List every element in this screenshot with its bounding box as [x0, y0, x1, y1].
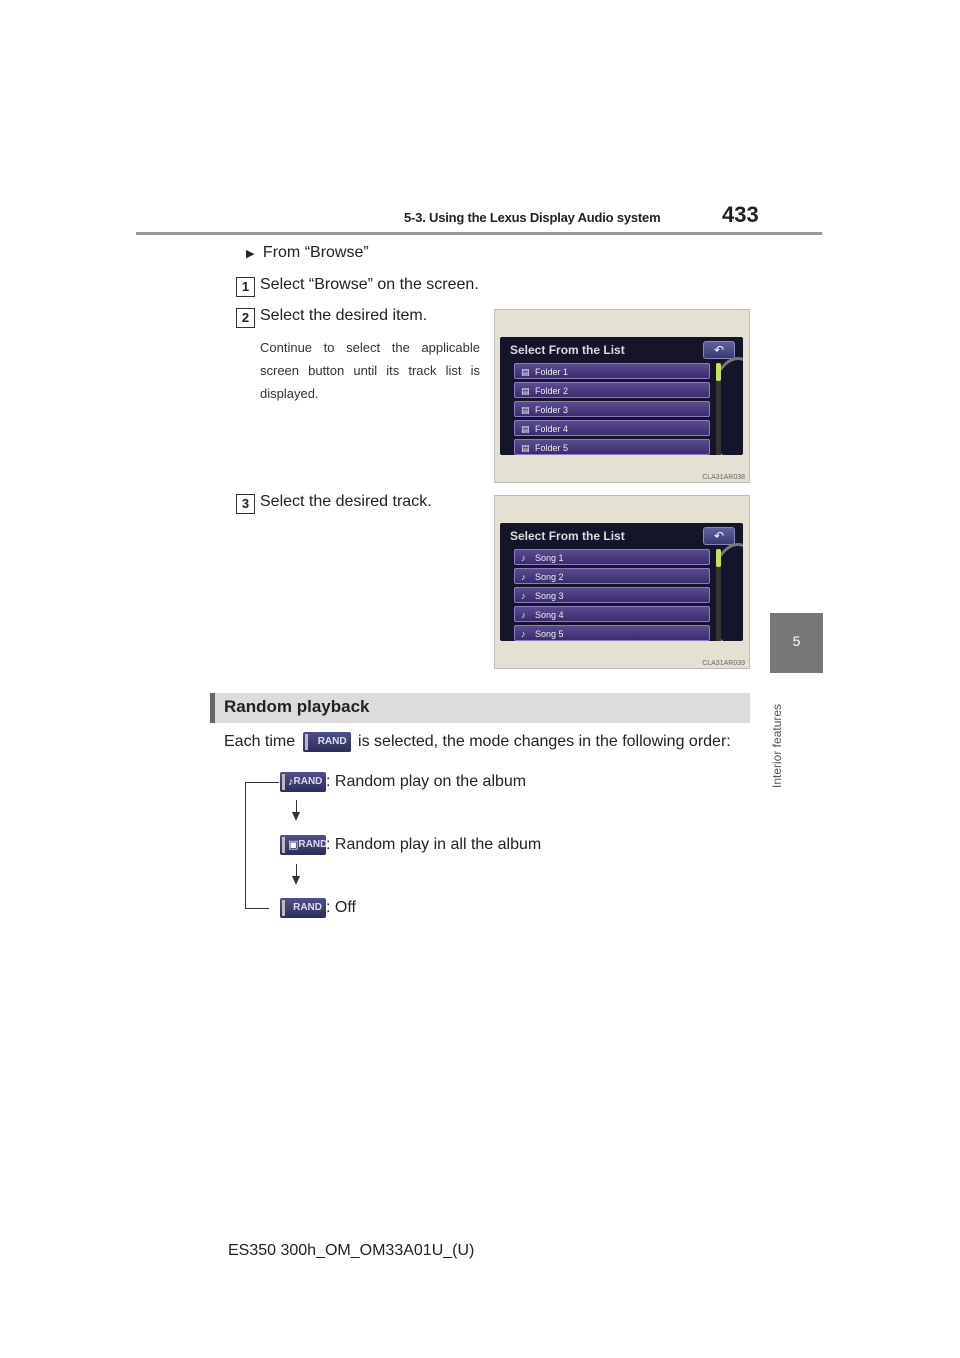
browse-heading: ▶ From “Browse” — [246, 244, 369, 262]
down-arrow-icon — [292, 876, 300, 885]
mode-text: : Random play on the album — [326, 773, 527, 791]
footer-code: ES350 300h_OM_OM33A01U_(U) — [228, 1242, 475, 1259]
browse-heading-text: From “Browse” — [262, 244, 369, 261]
list-item: ♪ Song 5 — [514, 625, 710, 641]
folder-icon: ▤ — [521, 386, 530, 396]
note-icon: ♪ — [521, 591, 526, 601]
loop-line-bottom — [245, 908, 269, 909]
rand-off-icon: RAND — [280, 898, 326, 918]
mode-text: : Random play in all the album — [326, 836, 542, 854]
step-number-1: 1 — [236, 277, 255, 297]
step-number-3: 3 — [236, 494, 255, 514]
note-icon: ♪ — [521, 610, 526, 620]
note-icon: ♪ — [521, 572, 526, 582]
note-icon: ♪ — [521, 629, 526, 639]
mode-item-all-albums: ▣ RAND: Random play in all the album — [280, 835, 541, 855]
rand-button-icon: RAND — [302, 732, 351, 752]
list-item: ▤ Folder 3 — [514, 401, 710, 417]
random-intro-before: Each time — [224, 733, 296, 751]
step-1-text: Select “Browse” on the screen. — [260, 276, 479, 293]
header-rule — [136, 232, 822, 235]
triangle-bullet-icon: ▶ — [246, 248, 255, 260]
section-heading-text: Random playback — [224, 697, 370, 716]
page-number: 433 — [722, 202, 759, 227]
chapter-tab-label: Interior features — [770, 703, 784, 788]
folder-icon: ▤ — [521, 405, 530, 415]
list-item: ▤ Folder 2 — [514, 382, 710, 398]
screen-title: Select From the List — [510, 529, 625, 543]
dial-arc — [708, 357, 743, 455]
mode-item-off: RAND: Off — [280, 898, 356, 918]
loop-line-vertical — [245, 782, 246, 908]
list-item: ▤ Folder 5 — [514, 439, 710, 455]
chapter-tab: 5 — [770, 613, 823, 673]
step-2-text: Select the desired item. — [260, 307, 428, 324]
scroll-bar — [716, 549, 721, 641]
screen-title: Select From the List — [510, 343, 625, 357]
list-item: ♪ Song 1 — [514, 549, 710, 565]
list-item: ▤ Folder 4 — [514, 420, 710, 436]
rand-album-icon: ♪ RAND — [280, 772, 326, 792]
mode-item-album: ♪ RAND: Random play on the album — [280, 772, 526, 792]
scroll-bar — [716, 363, 721, 455]
note-icon: ♪ — [521, 553, 526, 563]
list-item: ▤ Folder 1 — [514, 363, 710, 379]
screenshot-folder-list: Select From the List ↶ ▤ Folder 1 ▤ Folder… — [494, 309, 750, 483]
section-heading-random-playback: Random playback — [210, 693, 750, 723]
step-3-text: Select the desired track. — [260, 493, 432, 510]
display-screen: Select From the List ↶ ♪ Song 1 ♪ Song 2 ♪… — [500, 523, 743, 641]
list-item: ♪ Song 2 — [514, 568, 710, 584]
album-icon: ▣ — [288, 839, 299, 851]
folder-icon: ▤ — [521, 443, 530, 453]
section-title: 5-3. Using the Lexus Display Audio syste… — [404, 210, 661, 225]
image-code: CLA31AR038 — [702, 474, 745, 481]
screenshot-song-list: Select From the List ↶ ♪ Song 1 ♪ Song 2 ♪… — [494, 495, 750, 669]
step-number-2: 2 — [236, 308, 255, 328]
back-button: ↶ — [703, 527, 735, 545]
loop-line-top — [267, 782, 279, 783]
loop-line-top-join — [245, 782, 267, 783]
list-item: ♪ Song 3 — [514, 587, 710, 603]
random-intro-after: is selected, the mode changes in the fol… — [358, 733, 731, 751]
chapter-tab-label-wrap: Interior features — [768, 680, 790, 790]
back-button: ↶ — [703, 341, 735, 359]
display-screen: Select From the List ↶ ▤ Folder 1 ▤ Folder… — [500, 337, 743, 455]
folder-icon: ▤ — [521, 367, 530, 377]
mode-text: : Off — [326, 899, 356, 917]
down-arrow-icon — [292, 812, 300, 821]
dial-arc — [708, 543, 743, 641]
step-2-note: Continue to select the applicable screen… — [260, 340, 480, 401]
list-item: ♪ Song 4 — [514, 606, 710, 622]
random-intro: Each time RAND is selected, the mode cha… — [224, 732, 731, 752]
folder-icon: ▤ — [521, 424, 530, 434]
rand-all-album-icon: ▣ RAND — [280, 835, 327, 855]
image-code: CLA31AR039 — [702, 660, 745, 667]
